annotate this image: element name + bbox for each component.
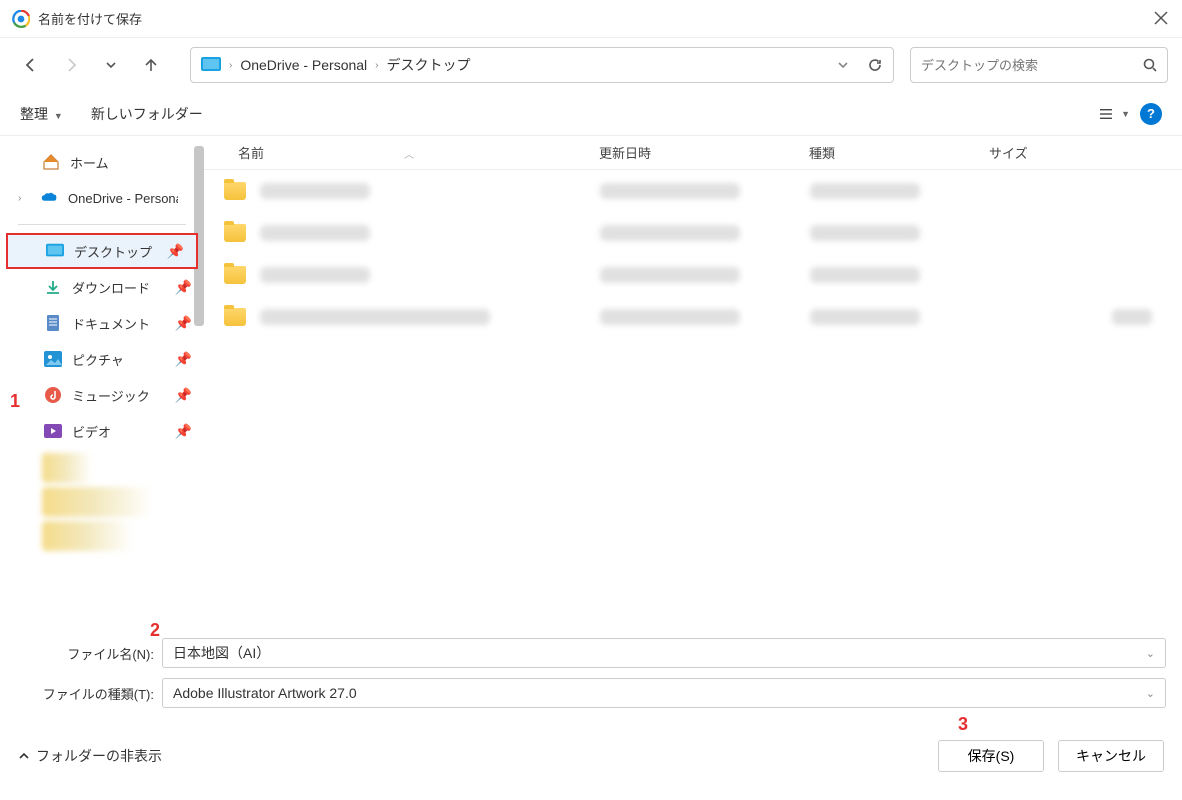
breadcrumb-current[interactable]: デスクトップ (387, 55, 471, 75)
sidebar-item-downloads[interactable]: ダウンロード 📌 (0, 269, 204, 305)
organize-menu[interactable]: 整理 ▼ (20, 104, 63, 124)
filetype-select[interactable]: Adobe Illustrator Artwork 27.0 ⌄ (162, 678, 1166, 708)
desktop-icon (46, 242, 64, 260)
up-button[interactable] (134, 48, 168, 82)
hide-folders-label: フォルダーの非表示 (36, 746, 162, 766)
filename-input[interactable]: 日本地図（AI） ⌄ (162, 638, 1166, 668)
sidebar-item-documents[interactable]: ドキュメント 📌 (0, 305, 204, 341)
pin-icon[interactable]: 📌 (175, 351, 192, 368)
video-icon (44, 422, 62, 440)
back-button[interactable] (14, 48, 48, 82)
sidebar-item-music[interactable]: ミュージック 📌 (0, 377, 204, 413)
breadcrumb-root[interactable]: OneDrive - Personal (240, 57, 367, 73)
folder-icon (224, 182, 246, 200)
download-icon (44, 278, 62, 296)
file-row[interactable] (204, 170, 1182, 212)
search-icon[interactable] (1143, 58, 1157, 72)
nav-bar: › OneDrive - Personal › デスクトップ (0, 38, 1182, 92)
search-input[interactable] (921, 58, 1143, 73)
sidebar-item-onedrive[interactable]: › OneDrive - Personal (0, 180, 204, 216)
search-box[interactable] (910, 47, 1168, 83)
column-type[interactable]: 種類 (799, 143, 979, 162)
hide-folders-toggle[interactable]: フォルダーの非表示 (18, 746, 162, 766)
divider (18, 224, 186, 225)
blurred-item (42, 521, 132, 551)
blurred-item (42, 487, 152, 517)
chevron-down-icon[interactable] (837, 59, 849, 71)
folder-icon (224, 308, 246, 326)
filename-value: 日本地図（AI） (173, 643, 270, 663)
filetype-label: ファイルの種類(T): (16, 684, 162, 703)
chevron-right-icon[interactable]: › (18, 193, 30, 204)
forward-button[interactable] (54, 48, 88, 82)
filename-label: ファイル名(N): (16, 644, 162, 663)
recent-locations-button[interactable] (94, 48, 128, 82)
sidebar-item-desktop[interactable]: デスクトップ 📌 (6, 233, 198, 269)
column-headers: 名前︿ 更新日時 種類 サイズ (204, 136, 1182, 170)
cancel-button[interactable]: キャンセル (1058, 740, 1164, 772)
filetype-value: Adobe Illustrator Artwork 27.0 (173, 685, 357, 701)
file-row[interactable] (204, 212, 1182, 254)
document-icon (44, 314, 62, 332)
view-options-button[interactable]: ▼ (1100, 99, 1130, 129)
column-date[interactable]: 更新日時 (589, 143, 799, 162)
refresh-icon[interactable] (867, 57, 883, 73)
chevron-right-icon: › (375, 60, 378, 71)
pictures-icon (44, 350, 62, 368)
pin-icon[interactable]: 📌 (175, 279, 192, 296)
pin-icon[interactable]: 📌 (175, 423, 192, 440)
app-icon (12, 10, 30, 28)
footer: フォルダーの非表示 3 保存(S) キャンセル (0, 724, 1182, 788)
pin-icon[interactable]: 📌 (167, 243, 184, 260)
save-button[interactable]: 保存(S) (938, 740, 1044, 772)
address-bar[interactable]: › OneDrive - Personal › デスクトップ (190, 47, 894, 83)
sidebar-item-pictures[interactable]: ピクチャ 📌 (0, 341, 204, 377)
help-icon[interactable]: ? (1140, 103, 1162, 125)
chevron-up-icon (18, 750, 30, 762)
new-folder-button[interactable]: 新しいフォルダー (91, 104, 203, 124)
chevron-right-icon: › (229, 60, 232, 71)
column-size[interactable]: サイズ (979, 143, 1099, 162)
annotation-1: 1 (10, 391, 20, 412)
annotation-3: 3 (958, 714, 968, 735)
annotation-2: 2 (150, 620, 160, 641)
sidebar: ホーム › OneDrive - Personal 1 デスクトップ 📌 ダウン… (0, 136, 204, 626)
column-name[interactable]: 名前︿ (204, 143, 589, 162)
file-row[interactable] (204, 296, 1182, 338)
folder-icon (224, 266, 246, 284)
music-icon (44, 386, 62, 404)
chevron-down-icon[interactable]: ⌄ (1146, 647, 1155, 660)
sidebar-item-videos[interactable]: ビデオ 📌 (0, 413, 204, 449)
blurred-item (42, 453, 92, 483)
window-title: 名前を付けて保存 (38, 9, 1154, 28)
file-row[interactable] (204, 254, 1182, 296)
save-fields: 2 ファイル名(N): 日本地図（AI） ⌄ ファイルの種類(T): Adobe… (0, 626, 1182, 708)
sidebar-label: ホーム (70, 153, 109, 172)
chevron-down-icon[interactable]: ⌄ (1146, 687, 1155, 700)
sidebar-label: デスクトップ (74, 242, 152, 261)
sidebar-label: ピクチャ (72, 350, 124, 369)
sidebar-label: ダウンロード (72, 278, 150, 297)
file-list: 名前︿ 更新日時 種類 サイズ (204, 136, 1182, 626)
sidebar-item-home[interactable]: ホーム (0, 144, 204, 180)
close-icon[interactable] (1154, 11, 1170, 27)
pin-icon[interactable]: 📌 (175, 387, 192, 404)
sidebar-label: ミュージック (72, 386, 150, 405)
sidebar-label: ドキュメント (72, 314, 150, 333)
home-icon (42, 153, 60, 171)
folder-icon (224, 224, 246, 242)
desktop-icon (201, 57, 221, 73)
toolbar: 整理 ▼ 新しいフォルダー ▼ ? (0, 92, 1182, 136)
sidebar-label: OneDrive - Personal (68, 191, 178, 206)
title-bar: 名前を付けて保存 (0, 0, 1182, 38)
sidebar-label: ビデオ (72, 422, 111, 441)
onedrive-icon (40, 189, 58, 207)
pin-icon[interactable]: 📌 (175, 315, 192, 332)
